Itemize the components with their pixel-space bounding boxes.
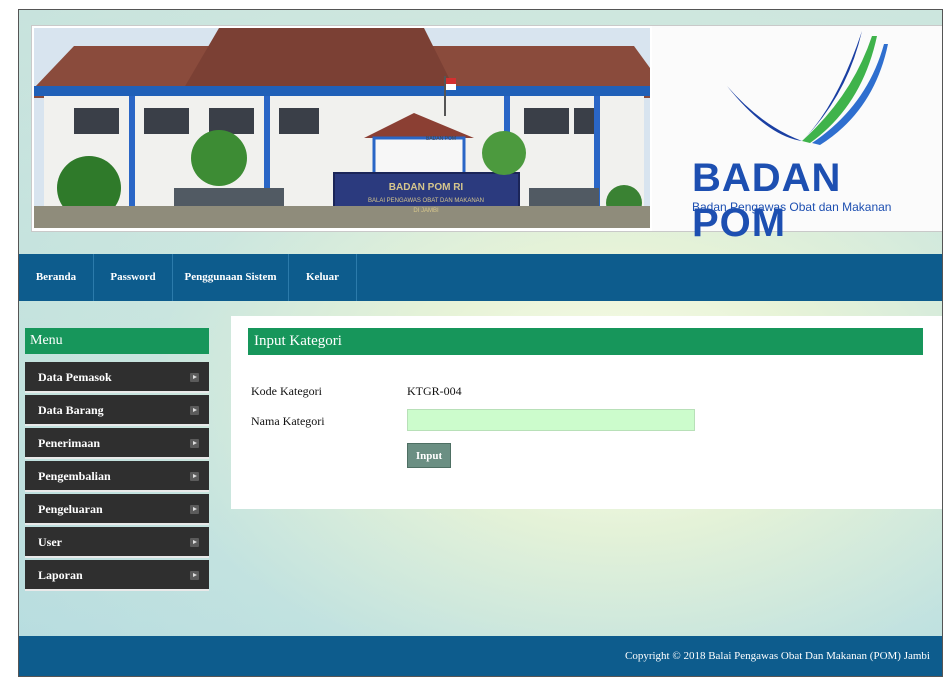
sidebar-item-label: User: [38, 535, 62, 549]
sidebar-item-pengeluaran[interactable]: Pengeluaran: [25, 494, 209, 525]
chevron-right-icon: [190, 571, 199, 580]
content-panel: Input Kategori Kode Kategori KTGR-004 Na…: [231, 316, 942, 509]
footer: Copyright © 2018 Balai Pengawas Obat Dan…: [19, 636, 942, 676]
nav-keluar[interactable]: Keluar: [289, 254, 357, 301]
sidebar-item-data-pemasok[interactable]: Data Pemasok: [25, 362, 209, 393]
nama-kategori-input[interactable]: [407, 409, 695, 431]
nav-penggunaan-sistem[interactable]: Penggunaan Sistem: [173, 254, 289, 301]
sidebar-item-label: Data Pemasok: [38, 370, 112, 384]
sidebar-item-pengembalian[interactable]: Pengembalian: [25, 461, 209, 492]
logo-title-badan: BADAN: [692, 156, 842, 200]
logo-subtitle: Badan Pengawas Obat dan Makanan: [692, 200, 892, 214]
chevron-right-icon: [190, 505, 199, 514]
building-illustration: BADAN POM BADAN POM RI BALAI PENGAWAS OB…: [34, 28, 650, 228]
chevron-right-icon: [190, 538, 199, 547]
sidebar-item-label: Pengeluaran: [38, 502, 103, 516]
chevron-right-icon: [190, 439, 199, 448]
chevron-right-icon: [190, 373, 199, 382]
chevron-right-icon: [190, 406, 199, 415]
copyright-text: Copyright © 2018 Balai Pengawas Obat Dan…: [624, 650, 930, 662]
sidebar-item-user[interactable]: User: [25, 527, 209, 558]
nama-kategori-label: Nama Kategori: [251, 414, 325, 428]
badan-pom-logo-mark: [727, 31, 888, 145]
sidebar-item-label: Laporan: [38, 568, 83, 582]
building-sign-small: BADAN POM: [426, 136, 456, 142]
sidebar-item-label: Pengembalian: [38, 469, 111, 483]
office-building-photo: BADAN POM BADAN POM RI BALAI PENGAWAS OB…: [34, 28, 650, 228]
sidebar-title: Menu: [25, 328, 209, 354]
chevron-right-icon: [190, 472, 199, 481]
building-sign-city: DI JAMBI: [413, 208, 439, 214]
logo-area: BADAN POM Badan Pengawas Obat dan Makana…: [652, 26, 942, 245]
page-frame: BADAN POM BADAN POM RI BALAI PENGAWAS OB…: [18, 9, 943, 677]
building-sign-subtitle: BALAI PENGAWAS OBAT DAN MAKANAN: [368, 198, 484, 204]
nav-password[interactable]: Password: [94, 254, 173, 301]
header-banner: BADAN POM BADAN POM RI BALAI PENGAWAS OB…: [31, 25, 942, 245]
nav-beranda[interactable]: Beranda: [19, 254, 94, 301]
sidebar-item-label: Data Barang: [38, 403, 104, 417]
kode-kategori-value: KTGR-004: [407, 384, 462, 398]
input-button[interactable]: Input: [407, 443, 451, 468]
sidebar-item-penerimaan[interactable]: Penerimaan: [25, 428, 209, 459]
building-sign-title: BADAN POM RI: [389, 182, 464, 193]
kode-kategori-label: Kode Kategori: [251, 384, 322, 398]
sidebar-item-laporan[interactable]: Laporan: [25, 560, 209, 591]
sidebar-item-label: Penerimaan: [38, 436, 100, 450]
sidebar-item-data-barang[interactable]: Data Barang: [25, 395, 209, 426]
top-nav: Beranda Password Penggunaan Sistem Kelua…: [19, 254, 942, 301]
panel-title: Input Kategori: [248, 328, 923, 355]
